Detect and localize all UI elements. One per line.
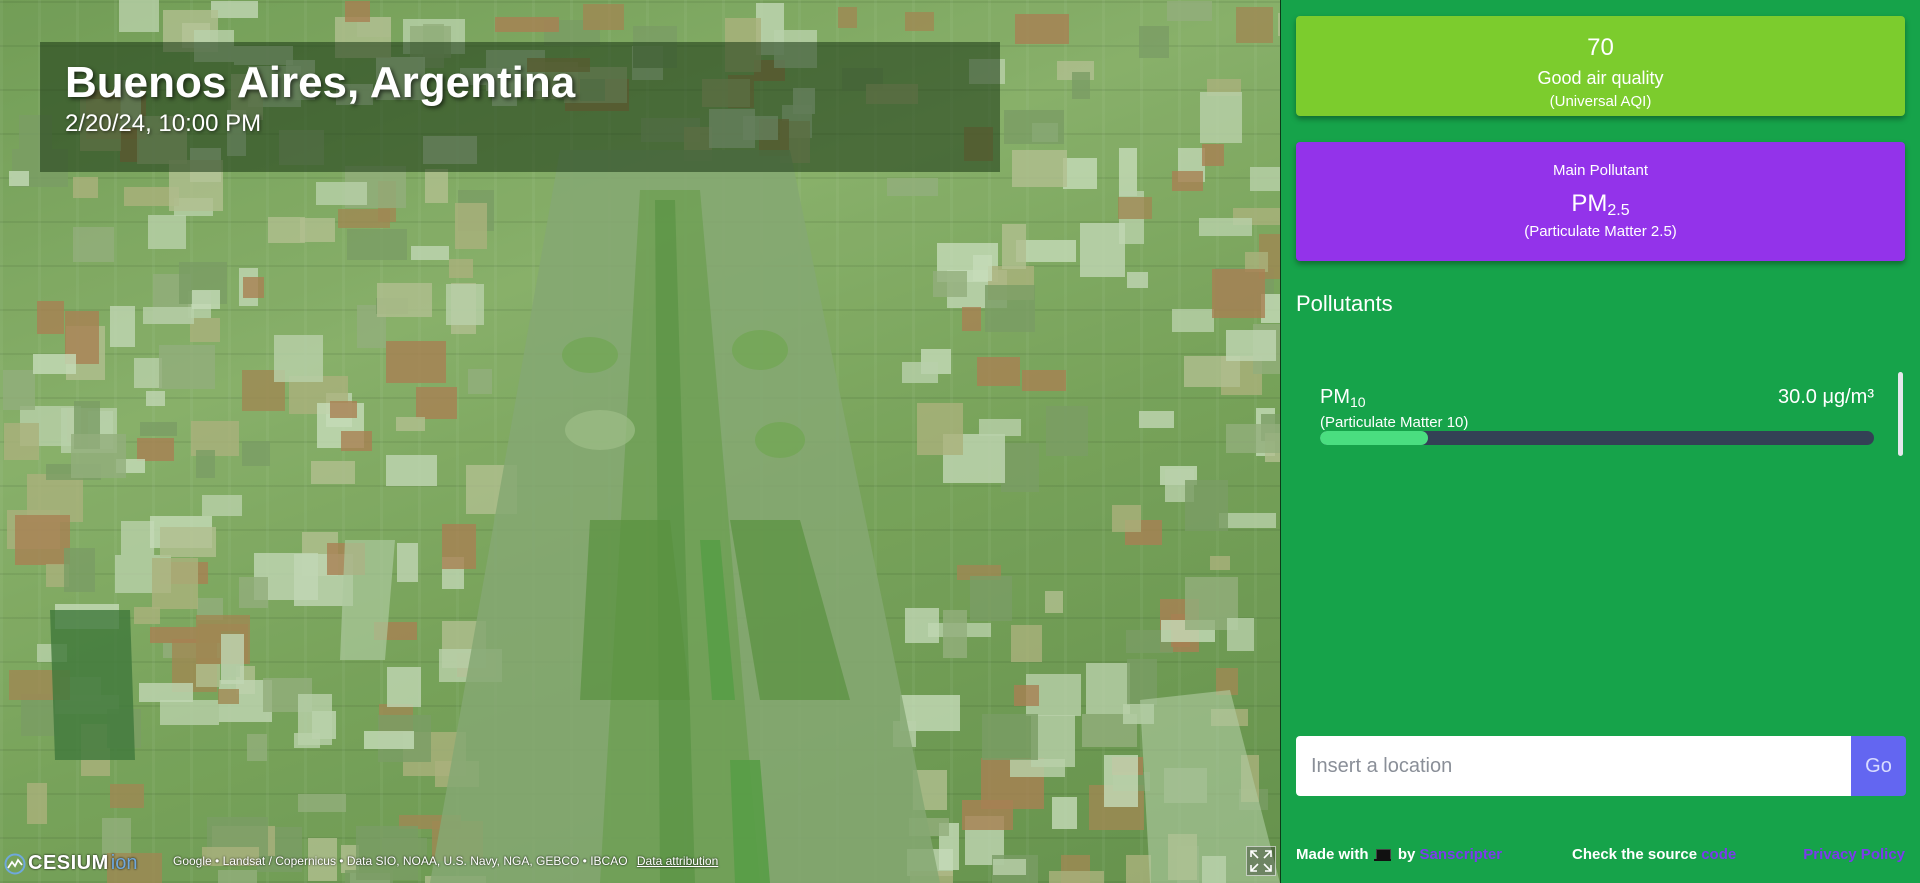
main-pollutant-subscript: 2.5 [1607,202,1630,219]
air-quality-panel: 70 Good air quality (Universal AQI) Main… [1281,0,1920,883]
pollutant-symbol-text: PM [1320,386,1350,408]
author-link[interactable]: Sanscripter [1420,846,1503,863]
location-search-input[interactable] [1296,736,1851,796]
map-credits-text: Google • Landsat / Copernicus • Data SIO… [173,854,628,868]
main-pollutant-card: Main Pollutant PM2.5 (Particulate Matter… [1296,142,1905,261]
location-datetime: 2/20/24, 10:00 PM [65,110,262,137]
map-credits: Google • Landsat / Copernicus • Data SIO… [173,854,718,868]
main-pollutant-title: Main Pollutant [1552,162,1649,179]
aqi-scale: (Universal AQI) [1549,93,1652,110]
data-attribution-link[interactable]: Data attribution [637,854,718,868]
pollutants-scrollbar[interactable] [1898,372,1903,456]
cesium-globe-icon [4,853,26,874]
map-viewport[interactable]: Buenos Aires, Argentina 2/20/24, 10:00 P… [0,0,1282,883]
pollutant-symbol: PM10 [1320,386,1366,410]
footer-made-with: Made with by Sanscripter [1296,846,1502,863]
source-text: Check the source [1572,846,1698,863]
pollutants-heading: Pollutants [1296,291,1393,316]
pollutant-subscript: 10 [1350,394,1366,410]
footer: Made with by Sanscripter Check the sourc… [1296,846,1905,866]
aqi-value: 70 [1587,34,1614,61]
made-with-text: Made with [1296,846,1369,863]
location-title: Buenos Aires, Argentina [65,58,576,107]
pollutant-level-fill [1320,431,1429,445]
aqi-card: 70 Good air quality (Universal AQI) [1296,16,1905,116]
main-pollutant-full-name: (Particulate Matter 2.5) [1524,223,1677,240]
cesium-ion-wordmark: ion [110,852,138,874]
privacy-policy-link[interactable]: Privacy Policy [1803,846,1905,863]
fullscreen-icon [1250,850,1272,872]
fullscreen-button[interactable] [1246,846,1276,876]
pollutant-level-bar [1320,431,1874,445]
pollutant-value: 30.0 μg/m³ [1777,386,1874,408]
cesium-ion-logo[interactable]: CESIUM ion [4,852,138,875]
go-button[interactable]: Go [1851,736,1906,796]
pollutant-full-name: (Particulate Matter 10) [1320,414,1469,431]
pollutant-item-pm10: PM10 30.0 μg/m³ (Particulate Matter 10) [1320,386,1874,446]
main-pollutant-symbol: PM2.5 [1296,190,1905,220]
by-text: by [1397,846,1416,863]
cesium-wordmark: CESIUM [28,852,109,874]
laptop-icon [1373,849,1391,861]
main-pollutant-symbol-text: PM [1571,190,1608,217]
aqi-label: Good air quality [1537,68,1664,88]
source-code-link[interactable]: code [1701,846,1736,863]
footer-source: Check the source code [1572,846,1736,863]
